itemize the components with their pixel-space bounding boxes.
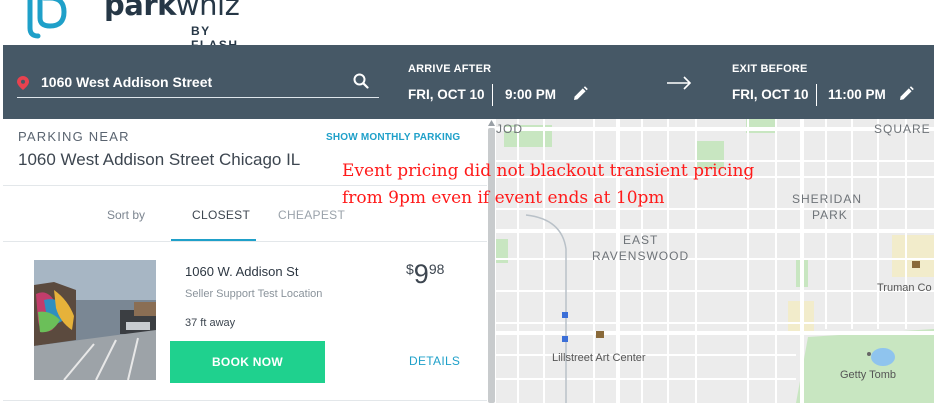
sort-by-label: Sort by	[107, 208, 146, 222]
map-label-truman: Truman Co	[877, 282, 932, 294]
price-dollars: 9	[413, 259, 429, 289]
exit-date[interactable]: FRI, OCT 10	[732, 87, 809, 102]
parkwhiz-logo[interactable]: parkwhiz BY FLASH	[22, 0, 262, 52]
lot-subtitle: Seller Support Test Location	[185, 288, 323, 300]
exit-before-label: EXIT BEFORE	[732, 63, 808, 75]
exit-time[interactable]: 11:00 PM	[828, 87, 886, 102]
map-label-ravenswood: RAVENSWOOD	[592, 249, 690, 263]
parkwhiz-logo-icon	[27, 0, 67, 39]
map-label-getty-tomb: Getty Tomb	[840, 369, 897, 381]
arrow-right-icon	[667, 76, 692, 90]
address-search-field[interactable]: 1060 West Addison Street	[17, 67, 379, 98]
arrive-time[interactable]: 9:00 PM	[505, 87, 556, 102]
annotation-line-1: Event pricing did not blackout transient…	[342, 161, 755, 181]
lot-distance: 37 ft away	[185, 317, 236, 329]
exit-separator	[816, 84, 817, 106]
map-label-art-center: Lillstreet Art Center	[552, 352, 646, 364]
map-label-park: PARK	[812, 208, 848, 222]
edit-arrive-icon[interactable]	[572, 86, 588, 102]
tab-cheapest[interactable]: CHEAPEST	[278, 208, 345, 222]
edit-exit-icon[interactable]	[898, 86, 914, 102]
search-input[interactable]: 1060 West Addison Street	[41, 74, 212, 90]
parking-listing[interactable]: 1060 W. Addison St Seller Support Test L…	[3, 244, 487, 403]
details-link[interactable]: DETAILS	[409, 354, 460, 368]
lot-name[interactable]: 1060 W. Addison St	[185, 264, 298, 279]
price-currency: $	[406, 261, 414, 277]
location-pin-icon	[17, 76, 29, 90]
show-monthly-parking-link[interactable]: SHOW MONTHLY PARKING	[326, 132, 460, 143]
map-label-east: EAST	[623, 233, 659, 247]
annotation-note: Event pricing did not blackout transient…	[342, 158, 754, 212]
logo-wordmark: parkwhiz	[104, 0, 240, 22]
scroll-up-arrow-icon[interactable]	[488, 120, 495, 126]
map-label-square: SQUARE	[874, 122, 931, 136]
parking-near-heading: PARKING NEAR	[18, 129, 130, 144]
search-header: 1060 West Addison Street ARRIVE AFTER FR…	[3, 45, 934, 119]
map-label-top-left: JOD	[496, 122, 523, 136]
tab-closest[interactable]: CLOSEST	[192, 208, 250, 222]
search-icon[interactable]	[353, 73, 369, 89]
divider	[3, 400, 487, 401]
map-label-sheridan: SHERIDAN	[792, 192, 863, 206]
search-address-title: 1060 West Addison Street Chicago IL	[18, 150, 301, 169]
annotation-line-2: from 9pm even if event ends at 10pm	[342, 188, 665, 208]
book-now-button[interactable]: BOOK NOW	[170, 341, 325, 383]
price-cents: 98	[428, 261, 445, 277]
lot-price: $998	[406, 259, 444, 290]
lot-photo	[34, 260, 156, 380]
arrive-after-label: ARRIVE AFTER	[408, 63, 492, 75]
arrive-separator	[492, 84, 493, 106]
arrive-date[interactable]: FRI, OCT 10	[408, 87, 485, 102]
divider	[3, 241, 487, 242]
